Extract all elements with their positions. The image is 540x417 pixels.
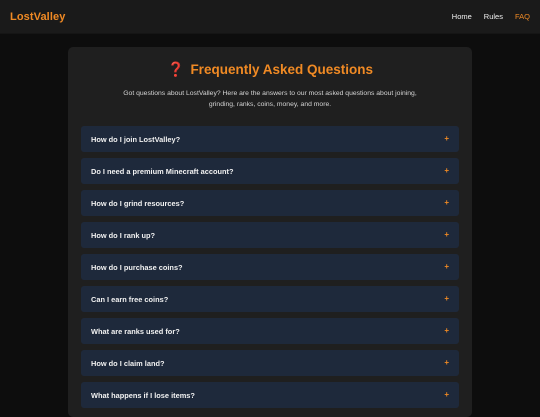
faq-question: How do I rank up? (91, 230, 156, 240)
plus-icon: + (444, 358, 449, 367)
nav-link-home[interactable]: Home (452, 12, 472, 21)
faq-question: Can I earn free coins? (91, 294, 169, 304)
faq-list: How do I join LostValley? + Do I need a … (81, 126, 459, 408)
top-navbar: LostValley Home Rules FAQ (0, 0, 540, 34)
brand-logo[interactable]: LostValley (10, 11, 65, 23)
plus-icon: + (444, 166, 449, 175)
faq-question: How do I join LostValley? (91, 134, 181, 144)
faq-item-grind-resources[interactable]: How do I grind resources? + (81, 190, 459, 216)
question-mark-icon: ❓ (167, 61, 185, 77)
plus-icon: + (444, 198, 449, 207)
nav-link-rules[interactable]: Rules (484, 12, 503, 21)
page-title-row: ❓ Frequently Asked Questions (68, 60, 472, 78)
faq-item-lose-items[interactable]: What happens if I lose items? + (81, 382, 459, 408)
page-title: Frequently Asked Questions (190, 61, 373, 77)
faq-item-purchase-coins[interactable]: How do I purchase coins? + (81, 254, 459, 280)
faq-item-join[interactable]: How do I join LostValley? + (81, 126, 459, 152)
faq-question: What are ranks used for? (91, 326, 180, 336)
faq-card: ❓ Frequently Asked Questions Got questio… (68, 47, 472, 417)
plus-icon: + (444, 390, 449, 399)
plus-icon: + (444, 230, 449, 239)
nav-link-faq[interactable]: FAQ (515, 12, 530, 21)
faq-item-free-coins[interactable]: Can I earn free coins? + (81, 286, 459, 312)
intro-text: Got questions about LostValley? Here are… (123, 90, 417, 108)
faq-question: How do I purchase coins? (91, 262, 183, 272)
faq-question: How do I claim land? (91, 358, 165, 368)
plus-icon: + (444, 294, 449, 303)
plus-icon: + (444, 262, 449, 271)
plus-icon: + (444, 326, 449, 335)
faq-question: Do I need a premium Minecraft account? (91, 166, 234, 176)
faq-item-rank-up[interactable]: How do I rank up? + (81, 222, 459, 248)
faq-item-claim-land[interactable]: How do I claim land? + (81, 350, 459, 376)
plus-icon: + (444, 134, 449, 143)
main-nav: Home Rules FAQ (452, 12, 530, 21)
faq-item-premium-account[interactable]: Do I need a premium Minecraft account? + (81, 158, 459, 184)
faq-question: How do I grind resources? (91, 198, 185, 208)
faq-item-ranks-used[interactable]: What are ranks used for? + (81, 318, 459, 344)
faq-question: What happens if I lose items? (91, 390, 195, 400)
